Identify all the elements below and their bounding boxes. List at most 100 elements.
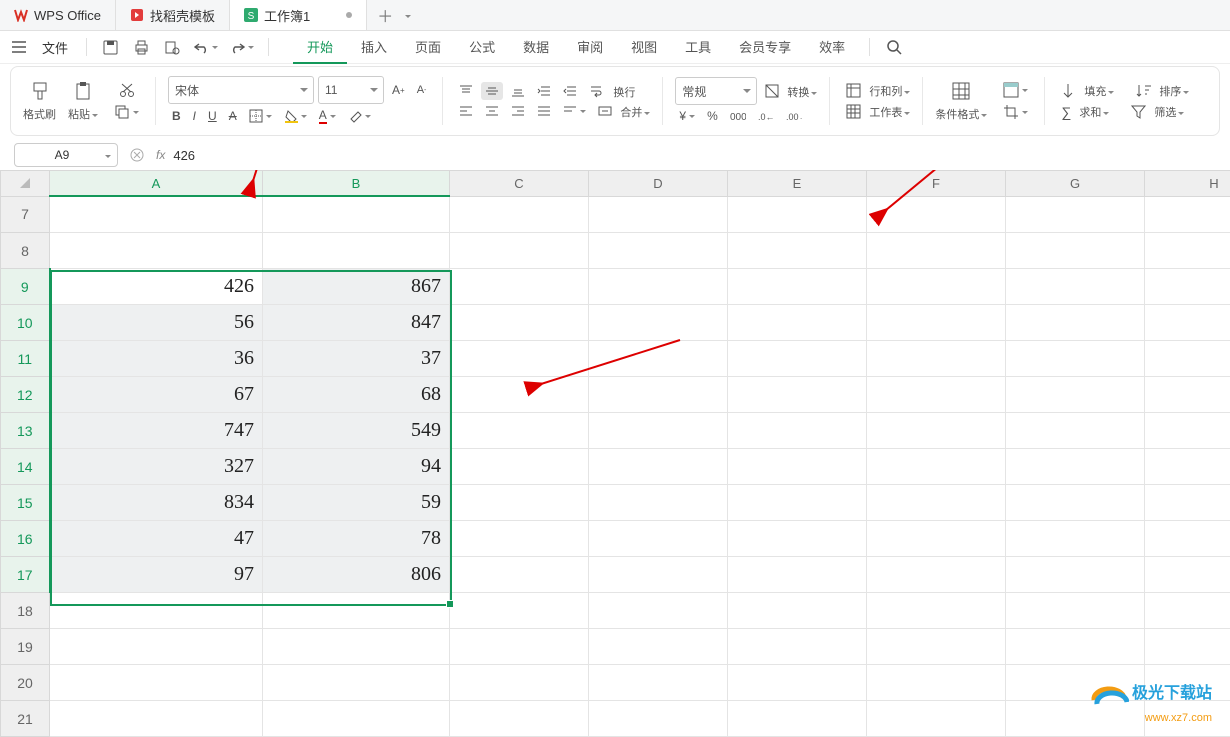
redo-icon[interactable] — [226, 39, 258, 56]
cell[interactable]: 56 — [50, 305, 263, 341]
menu-tab-工具[interactable]: 工具 — [671, 31, 725, 64]
cell[interactable] — [1145, 629, 1230, 665]
cell[interactable] — [589, 377, 728, 413]
row-header[interactable]: 18 — [1, 593, 50, 629]
cell[interactable] — [450, 196, 589, 233]
cell[interactable] — [589, 485, 728, 521]
cell[interactable] — [867, 449, 1006, 485]
cancel-formula-icon[interactable] — [126, 146, 148, 164]
indent-increase-icon[interactable] — [559, 82, 581, 100]
merge-label[interactable]: 合并 — [620, 104, 650, 120]
cell[interactable]: 867 — [263, 269, 450, 305]
print-icon[interactable] — [128, 36, 155, 59]
cell[interactable]: 36 — [50, 341, 263, 377]
cell[interactable] — [867, 665, 1006, 701]
cell[interactable] — [450, 521, 589, 557]
cell[interactable] — [1145, 593, 1230, 629]
col-header-D[interactable]: D — [589, 171, 728, 197]
cell[interactable] — [728, 196, 867, 233]
cell[interactable] — [589, 665, 728, 701]
cell[interactable] — [1145, 413, 1230, 449]
print-preview-icon[interactable] — [159, 36, 186, 59]
row-header[interactable]: 9 — [1, 269, 50, 305]
col-header-C[interactable]: C — [450, 171, 589, 197]
cell[interactable] — [728, 629, 867, 665]
align-left-icon[interactable] — [455, 102, 477, 120]
save-icon[interactable] — [97, 36, 124, 59]
row-header[interactable]: 10 — [1, 305, 50, 341]
cut-icon[interactable] — [115, 80, 139, 100]
cell[interactable] — [450, 593, 589, 629]
cell[interactable] — [50, 665, 263, 701]
cell[interactable] — [589, 341, 728, 377]
crop-icon[interactable] — [999, 102, 1032, 122]
cell[interactable]: 94 — [263, 449, 450, 485]
strike-icon[interactable]: A — [225, 107, 241, 125]
search-icon[interactable] — [880, 35, 908, 59]
cell[interactable] — [867, 377, 1006, 413]
cell[interactable] — [867, 521, 1006, 557]
menu-tab-公式[interactable]: 公式 — [455, 31, 509, 64]
cell[interactable] — [589, 269, 728, 305]
fx-icon[interactable]: fx — [156, 148, 165, 162]
sort-label[interactable]: 排序 — [1159, 83, 1189, 99]
cell[interactable] — [728, 485, 867, 521]
cell[interactable] — [450, 413, 589, 449]
border-icon[interactable] — [245, 107, 276, 125]
cell[interactable] — [1006, 449, 1145, 485]
col-header-A[interactable]: A — [50, 171, 263, 197]
row-header[interactable]: 17 — [1, 557, 50, 593]
sort-icon[interactable] — [1132, 81, 1155, 100]
cell[interactable] — [867, 305, 1006, 341]
grow-font-icon[interactable]: A+ — [388, 81, 409, 99]
worksheet-icon[interactable] — [842, 102, 865, 121]
new-tab-button[interactable]: ＋ — [367, 0, 421, 31]
app-tab[interactable]: WPS Office — [0, 0, 116, 30]
cell[interactable] — [867, 485, 1006, 521]
cell[interactable] — [589, 629, 728, 665]
cell[interactable]: 327 — [50, 449, 263, 485]
cell[interactable] — [1145, 305, 1230, 341]
menu-tab-开始[interactable]: 开始 — [293, 31, 347, 64]
format-painter-group[interactable]: 格式刷 — [17, 81, 62, 122]
col-header-F[interactable]: F — [867, 171, 1006, 197]
cell[interactable] — [1145, 233, 1230, 269]
cell[interactable] — [50, 593, 263, 629]
cell[interactable] — [867, 701, 1006, 737]
row-col-label[interactable]: 行和列 — [869, 83, 910, 99]
cell[interactable] — [1145, 557, 1230, 593]
cell[interactable] — [263, 593, 450, 629]
cell[interactable] — [867, 557, 1006, 593]
cond-format-group[interactable]: 条件格式 — [929, 81, 993, 122]
cell[interactable]: 47 — [50, 521, 263, 557]
indent-decrease-icon[interactable] — [533, 82, 555, 100]
cell[interactable]: 78 — [263, 521, 450, 557]
cell[interactable] — [263, 665, 450, 701]
cell[interactable]: 59 — [263, 485, 450, 521]
col-header-E[interactable]: E — [728, 171, 867, 197]
formula-input-area[interactable]: fx 426 — [126, 146, 1216, 164]
fill-icon[interactable] — [1057, 81, 1080, 100]
col-header-G[interactable]: G — [1006, 171, 1145, 197]
cell[interactable] — [728, 305, 867, 341]
cell[interactable] — [728, 269, 867, 305]
cell[interactable] — [1145, 521, 1230, 557]
sum-icon[interactable]: ∑ — [1057, 102, 1075, 122]
cell[interactable] — [1145, 485, 1230, 521]
clear-format-icon[interactable] — [344, 107, 375, 125]
currency-icon[interactable]: ¥ — [675, 107, 699, 125]
cell[interactable] — [867, 269, 1006, 305]
cell[interactable] — [867, 341, 1006, 377]
undo-icon[interactable] — [190, 39, 222, 56]
cell[interactable] — [589, 196, 728, 233]
cell[interactable] — [1006, 593, 1145, 629]
cell[interactable] — [728, 449, 867, 485]
menu-tab-数据[interactable]: 数据 — [509, 31, 563, 64]
cell[interactable] — [1006, 196, 1145, 233]
sum-label[interactable]: 求和 — [1079, 104, 1109, 120]
cell[interactable] — [589, 701, 728, 737]
cell[interactable] — [1006, 701, 1145, 737]
orientation-icon[interactable] — [559, 102, 590, 120]
cell[interactable] — [1006, 629, 1145, 665]
cell[interactable] — [728, 341, 867, 377]
